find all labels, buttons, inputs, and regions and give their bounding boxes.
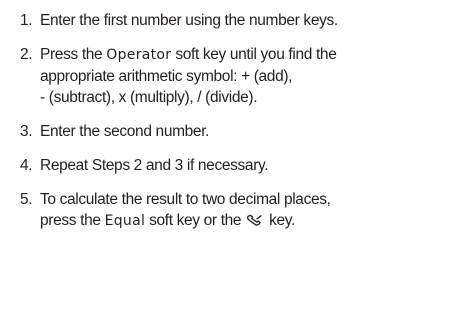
step-text-line1: To calculate the result to two decimal p…: [40, 191, 331, 208]
step-2: 2. Press the Operator soft key until you…: [20, 44, 470, 108]
step-text-line2: appropriate arithmetic symbol: + (add),: [40, 68, 293, 85]
step-number: 2.: [20, 46, 33, 63]
step-text-middle: soft key or the: [145, 212, 246, 229]
step-text: Enter the first number using the number …: [40, 12, 338, 29]
step-text-start: press the: [40, 212, 105, 229]
operator-softkey-label: Operator: [106, 47, 172, 63]
step-text-start: Press the: [40, 46, 107, 63]
step-number: 1.: [20, 12, 33, 29]
step-number: 4.: [20, 157, 33, 174]
step-5: 5. To calculate the result to two decima…: [20, 189, 470, 232]
step-text: Repeat Steps 2 and 3 if necessary.: [40, 157, 269, 174]
send-key-icon: [246, 212, 264, 226]
step-text-line3: - (subtract), x (multiply), / (divide).: [40, 89, 258, 106]
step-4: 4. Repeat Steps 2 and 3 if necessary.: [20, 155, 470, 176]
step-3: 3. Enter the second number.: [20, 121, 470, 142]
instruction-steps: 1. Enter the first number using the numb…: [20, 10, 470, 245]
step-text-line1-end: soft key until you find the: [171, 46, 337, 63]
step-1: 1. Enter the first number using the numb…: [20, 10, 470, 31]
step-text-end: key.: [265, 212, 295, 229]
step-number: 3.: [20, 123, 33, 140]
step-number: 5.: [20, 191, 33, 208]
step-text: Enter the second number.: [40, 123, 210, 140]
equal-softkey-label: Equal: [104, 213, 146, 229]
